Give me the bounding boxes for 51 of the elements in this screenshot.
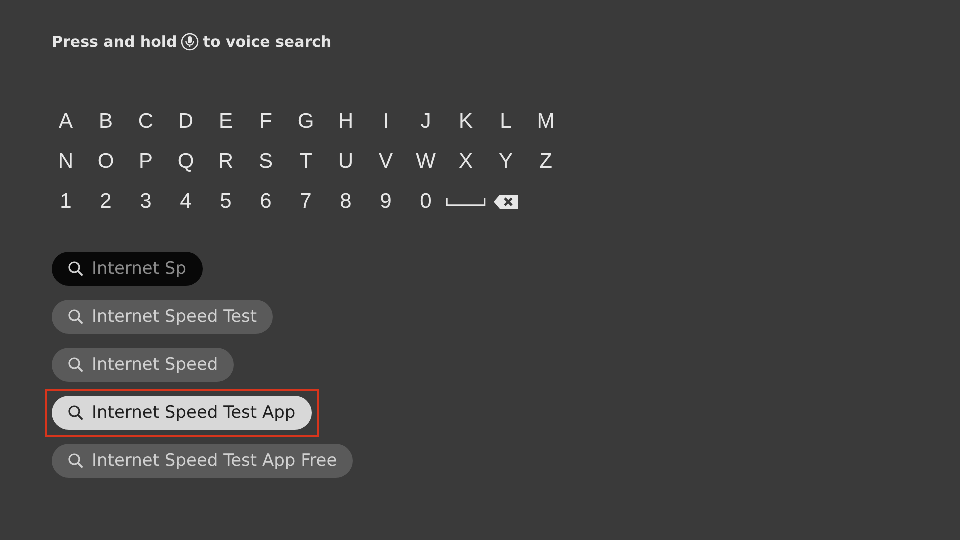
space-bar-icon[interactable] <box>446 196 486 208</box>
keyboard-key[interactable]: 4 <box>166 182 206 222</box>
keyboard-key[interactable]: 3 <box>126 182 166 222</box>
suggestion-chip[interactable]: Internet Speed Test <box>52 300 274 334</box>
keyboard-key[interactable]: Y <box>486 142 526 182</box>
search-icon <box>68 261 84 277</box>
keyboard-key[interactable]: A <box>46 102 86 142</box>
keyboard-key[interactable]: O <box>86 142 126 182</box>
keyboard-key[interactable]: 7 <box>286 182 326 222</box>
keyboard-key[interactable]: 2 <box>86 182 126 222</box>
keyboard-key[interactable]: H <box>326 102 366 142</box>
keyboard-key[interactable]: Z <box>526 142 566 182</box>
keyboard-key[interactable]: 0 <box>406 182 446 222</box>
keyboard-key[interactable]: G <box>286 102 326 142</box>
keyboard-key[interactable]: F <box>246 102 286 142</box>
keyboard-key[interactable]: S <box>246 142 286 182</box>
keyboard-key[interactable]: 5 <box>206 182 246 222</box>
microphone-icon <box>181 33 200 51</box>
keyboard-key[interactable]: L <box>486 102 526 142</box>
keyboard-key[interactable]: 9 <box>366 182 406 222</box>
keyboard-key[interactable]: M <box>526 102 566 142</box>
keyboard-key[interactable]: P <box>126 142 166 182</box>
hint-text: Press and hold <box>52 33 178 51</box>
keyboard-key[interactable]: 6 <box>246 182 286 222</box>
keyboard-key[interactable]: I <box>366 102 406 142</box>
search-icon <box>68 309 84 325</box>
keyboard-key[interactable]: E <box>206 102 246 142</box>
keyboard-key[interactable]: R <box>206 142 246 182</box>
keyboard-key[interactable]: C <box>126 102 166 142</box>
hint-text: to voice search <box>203 33 332 51</box>
keyboard-key[interactable]: T <box>286 142 326 182</box>
suggestion-chip[interactable]: Internet Speed Test App Free <box>52 444 354 478</box>
suggestion-chip[interactable]: Internet Sp <box>52 252 202 286</box>
keyboard-key[interactable]: N <box>46 142 86 182</box>
keyboard-key[interactable]: V <box>366 142 406 182</box>
backspace-icon[interactable] <box>493 194 519 210</box>
keyboard-key[interactable]: 1 <box>46 182 86 222</box>
keyboard-key[interactable]: D <box>166 102 206 142</box>
search-icon <box>68 405 84 421</box>
suggestion-chip[interactable]: Internet Speed <box>52 348 234 382</box>
suggestion-chip[interactable]: Internet Speed Test App <box>52 396 312 430</box>
keyboard-key[interactable]: Q <box>166 142 206 182</box>
keyboard-key[interactable]: K <box>446 102 486 142</box>
keyboard-key[interactable]: W <box>406 142 446 182</box>
keyboard-key[interactable]: J <box>406 102 446 142</box>
keyboard-key[interactable]: X <box>446 142 486 182</box>
keyboard-key[interactable]: U <box>326 142 366 182</box>
search-icon <box>68 357 84 373</box>
keyboard-key[interactable]: 8 <box>326 182 366 222</box>
search-icon <box>68 453 84 469</box>
keyboard-key[interactable]: B <box>86 102 126 142</box>
